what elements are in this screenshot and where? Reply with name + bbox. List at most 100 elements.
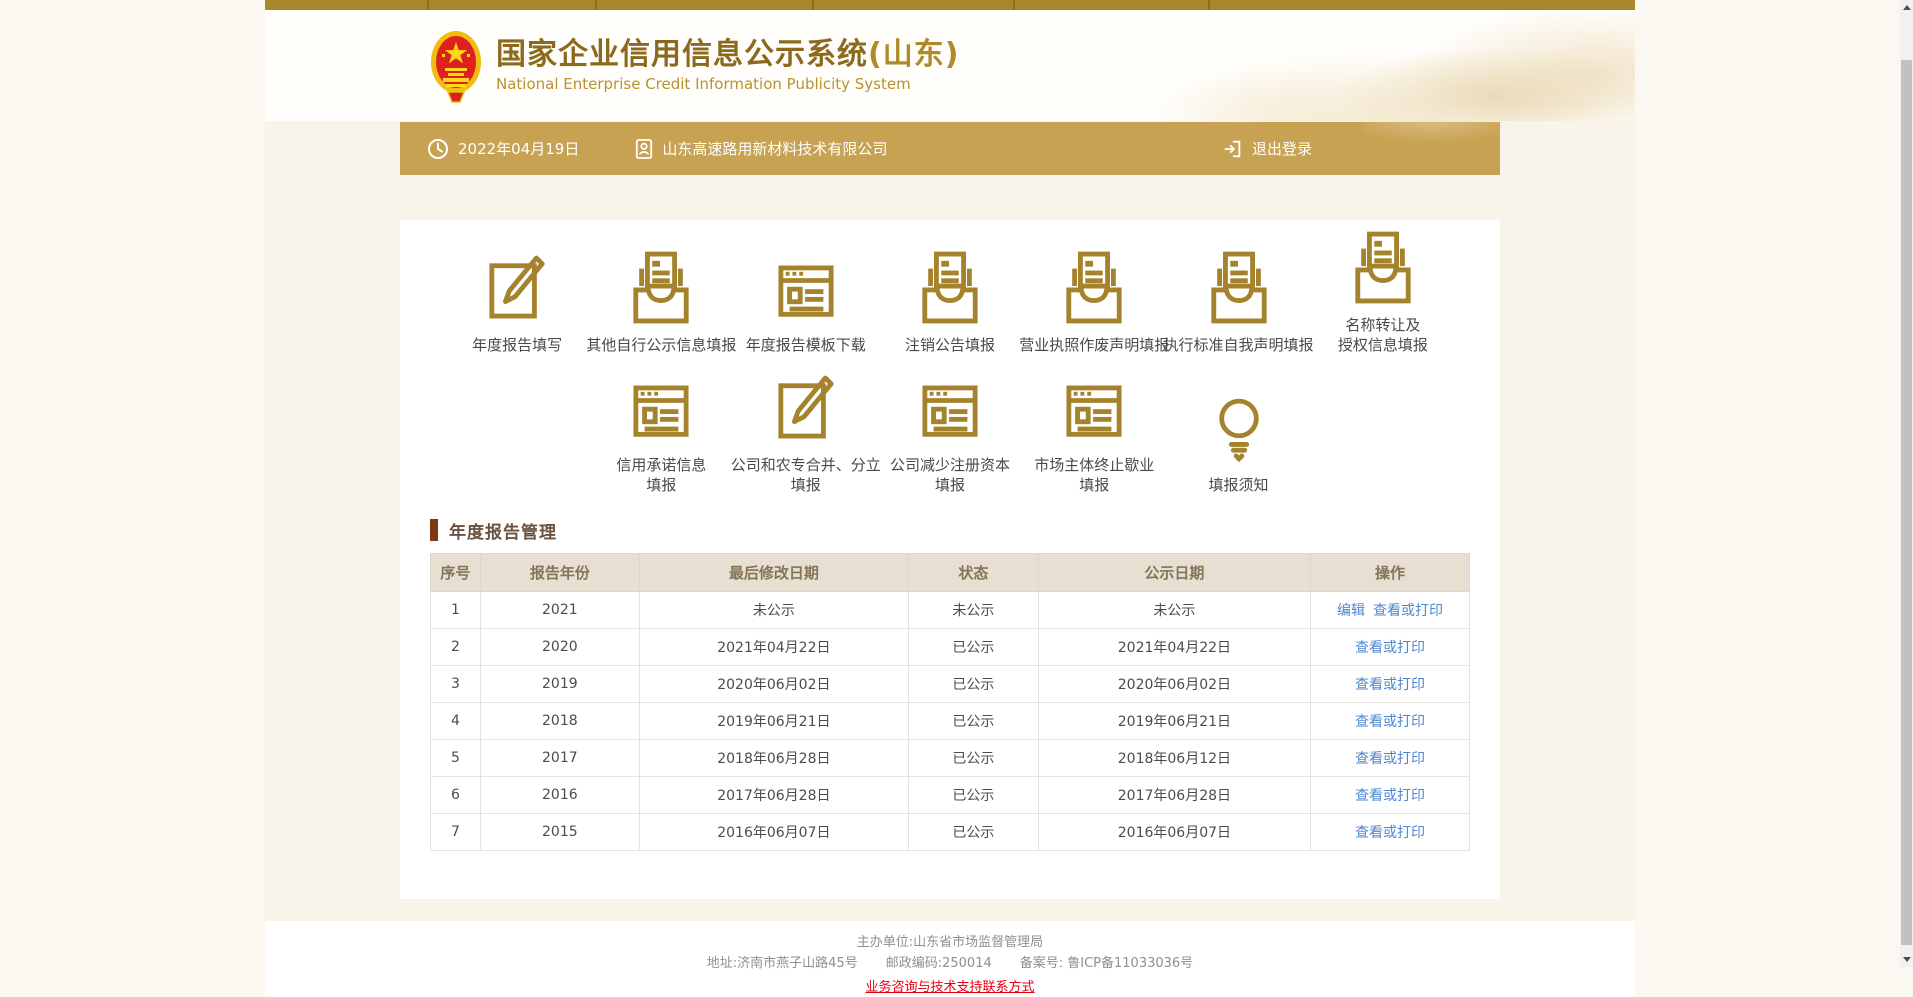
actions-cell: 编辑查看或打印 xyxy=(1311,592,1470,629)
shortcut-company-capital-reduction[interactable]: 公司减少注册资本填报 xyxy=(878,384,1022,495)
column-header: 操作 xyxy=(1311,554,1470,592)
shortcut-cancellation-announcement[interactable]: 注销公告填报 xyxy=(878,250,1022,355)
scrollbar-up-arrow[interactable] xyxy=(1900,0,1913,15)
publicity-date: 2018年06月12日 xyxy=(1038,740,1310,777)
shortcut-label: 其他自行公示信息填报 xyxy=(586,335,736,355)
row-number: 1 xyxy=(431,592,481,629)
company-name-text: 山东高速路用新材料技术有限公司 xyxy=(662,138,887,159)
row-number: 3 xyxy=(431,666,481,703)
view-or-print-link[interactable]: 查看或打印 xyxy=(1355,751,1425,767)
last-modified-date: 2020年06月02日 xyxy=(639,666,908,703)
table-row: 12021未公示未公示未公示编辑查看或打印 xyxy=(431,592,1470,629)
shortcut-annual-report-template-download[interactable]: 年度报告模板下载 xyxy=(734,264,878,355)
shortcut-label: 市场主体终止歇业填报 xyxy=(1034,455,1154,495)
publicity-status: 已公示 xyxy=(908,777,1038,814)
publicity-status: 已公示 xyxy=(908,814,1038,851)
shortcut-execution-standard-self-declaration[interactable]: 执行标准自我声明填报 xyxy=(1166,250,1310,355)
row-number: 7 xyxy=(431,814,481,851)
page: 国家企业信用信息公示系统(山东) National Enterprise Cre… xyxy=(0,0,1900,967)
publicity-date: 2020年06月02日 xyxy=(1038,666,1310,703)
id-badge-icon xyxy=(635,138,653,160)
current-date: 2022年04月19日 xyxy=(427,138,579,160)
nav-separator xyxy=(1013,0,1015,10)
shortcut-company-merger-division[interactable]: 公司和农专合并、分立填报 xyxy=(734,370,878,495)
scrollbar-thumb[interactable] xyxy=(1901,60,1912,945)
shortcut-business-license-void-declaration[interactable]: 营业执照作废声明填报 xyxy=(1022,250,1166,355)
site-header: 国家企业信用信息公示系统(山东) National Enterprise Cre… xyxy=(265,10,1635,121)
shortcut-label: 名称转让及授权信息填报 xyxy=(1338,315,1428,355)
table-header-row: 序号报告年份最后修改日期状态公示日期操作 xyxy=(431,554,1470,592)
table-row: 620162017年06月28日已公示2017年06月28日查看或打印 xyxy=(431,777,1470,814)
last-modified-date: 2021年04月22日 xyxy=(639,629,908,666)
nav-separator xyxy=(427,0,429,10)
last-modified-date: 2017年06月28日 xyxy=(639,777,908,814)
shortcut-market-entity-termination[interactable]: 市场主体终止歇业填报 xyxy=(1022,384,1166,495)
footer-postal-code: 邮政编码:250014 xyxy=(886,956,992,971)
shortcut-label: 公司减少注册资本填报 xyxy=(890,455,1010,495)
publicity-status: 已公示 xyxy=(908,740,1038,777)
table-row: 420182019年06月21日已公示2019年06月21日查看或打印 xyxy=(431,703,1470,740)
column-header: 序号 xyxy=(431,554,481,592)
publicity-date: 2019年06月21日 xyxy=(1038,703,1310,740)
nav-separator xyxy=(1208,0,1210,10)
template-icon xyxy=(921,384,979,446)
shortcut-label: 注销公告填报 xyxy=(905,335,995,355)
section-title-text: 年度报告管理 xyxy=(449,518,557,543)
actions-cell: 查看或打印 xyxy=(1311,666,1470,703)
actions-cell: 查看或打印 xyxy=(1311,740,1470,777)
view-or-print-link[interactable]: 查看或打印 xyxy=(1355,640,1425,656)
report-year: 2015 xyxy=(480,814,639,851)
current-date-text: 2022年04月19日 xyxy=(458,138,579,159)
site-title: 国家企业信用信息公示系统(山东) xyxy=(496,38,959,73)
edit-link[interactable]: 编辑 xyxy=(1337,603,1365,619)
view-or-print-link[interactable]: 查看或打印 xyxy=(1355,825,1425,841)
last-modified-date: 未公示 xyxy=(639,592,908,629)
report-year: 2017 xyxy=(480,740,639,777)
inbox-icon xyxy=(1351,230,1415,306)
header-mountain-texture xyxy=(995,10,1635,121)
view-or-print-link[interactable]: 查看或打印 xyxy=(1355,714,1425,730)
view-or-print-link[interactable]: 查看或打印 xyxy=(1355,677,1425,693)
footer-address: 地址:济南市燕子山路45号 xyxy=(707,956,858,971)
publicity-status: 未公示 xyxy=(908,592,1038,629)
shortcut-label: 信用承诺信息填报 xyxy=(616,455,706,495)
shortcut-other-self-publicity-info[interactable]: 其他自行公示信息填报 xyxy=(589,250,733,355)
shortcut-annual-report-fill[interactable]: 年度报告填写 xyxy=(445,250,589,355)
actions-cell: 查看或打印 xyxy=(1311,777,1470,814)
support-contact-link[interactable]: 业务咨询与技术支持联系方式 xyxy=(865,976,1034,995)
clock-icon xyxy=(427,138,449,160)
row-number: 4 xyxy=(431,703,481,740)
report-year: 2016 xyxy=(480,777,639,814)
vertical-scrollbar[interactable] xyxy=(1900,0,1913,967)
nav-separator xyxy=(595,0,597,10)
last-modified-date: 2019年06月21日 xyxy=(639,703,908,740)
scrollbar-down-arrow[interactable] xyxy=(1900,952,1913,967)
nav-separator xyxy=(812,0,814,10)
actions-cell: 查看或打印 xyxy=(1311,814,1470,851)
publicity-status: 已公示 xyxy=(908,703,1038,740)
shortcut-credit-commitment-info[interactable]: 信用承诺信息填报 xyxy=(589,384,733,495)
column-header: 最后修改日期 xyxy=(639,554,908,592)
shortcut-name-transfer-authorization-info[interactable]: 名称转让及授权信息填报 xyxy=(1311,230,1455,355)
inbox-icon xyxy=(1207,250,1271,326)
footer-contact-line: 地址:济南市燕子山路45号邮政编码:250014备案号: 鲁ICP备110330… xyxy=(265,953,1635,974)
content-card: 年度报告填写其他自行公示信息填报年度报告模板下载注销公告填报 营业执照作废声明填报… xyxy=(400,220,1500,899)
top-nav-bar xyxy=(265,0,1635,10)
last-modified-date: 2018年06月28日 xyxy=(639,740,908,777)
shortcut-label: 执行标准自我声明填报 xyxy=(1164,335,1314,355)
last-modified-date: 2016年06月07日 xyxy=(639,814,908,851)
shortcut-row-2: 信用承诺信息填报公司和农专合并、分立填报公司减少注册资本填报市场主体终止歇业填报… xyxy=(445,370,1455,495)
bulb-icon xyxy=(1214,394,1264,466)
view-or-print-link[interactable]: 查看或打印 xyxy=(1355,788,1425,804)
annual-report-section-title: 年度报告管理 xyxy=(430,519,1470,541)
template-icon xyxy=(632,384,690,446)
publicity-status: 已公示 xyxy=(908,629,1038,666)
annual-report-table: 序号报告年份最后修改日期状态公示日期操作 12021未公示未公示未公示编辑查看或… xyxy=(430,553,1470,851)
actions-cell: 查看或打印 xyxy=(1311,703,1470,740)
column-header: 报告年份 xyxy=(480,554,639,592)
template-icon xyxy=(1065,384,1123,446)
view-or-print-link[interactable]: 查看或打印 xyxy=(1373,603,1443,619)
site-title-region: (山东) xyxy=(868,37,959,72)
shortcut-filling-instructions[interactable]: 填报须知 xyxy=(1166,394,1310,495)
logout-button[interactable]: 退出登录 xyxy=(1221,138,1312,160)
